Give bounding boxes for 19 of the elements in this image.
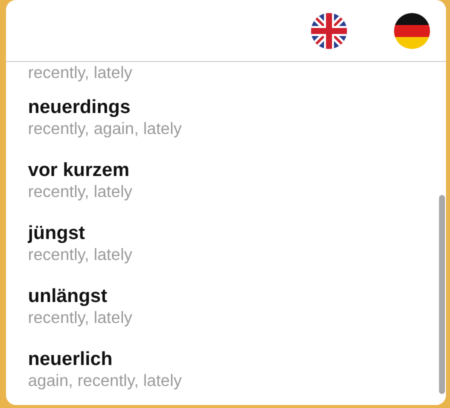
uk-flag-icon[interactable] [311,12,347,48]
german-flag-icon[interactable] [394,12,430,48]
german-word: neuerlich [28,349,114,371]
german-word: unlängst [28,286,108,308]
german-word: vor kurzem [28,160,130,182]
result-item[interactable]: unlängst recently, lately [28,274,446,337]
german-word: jüngst [28,223,86,245]
english-translation: recently, lately [28,308,134,328]
result-item[interactable]: neuerlich again, recently, lately [28,337,446,400]
english-translation: recently, again, lately [28,119,183,139]
scrollbar-thumb[interactable] [439,195,445,394]
german-word: neuerdings [28,97,132,119]
result-item[interactable]: neuerdings recently, again, lately [28,85,446,148]
result-item[interactable]: jüngst recently, lately [28,211,446,274]
english-translation: recently, lately [28,245,134,265]
english-translation: again, recently, lately [28,371,183,391]
english-translation: recently, lately [28,63,134,83]
result-item[interactable]: vor kurzem recently, lately [28,148,446,211]
english-translation: recently, lately [28,182,134,202]
